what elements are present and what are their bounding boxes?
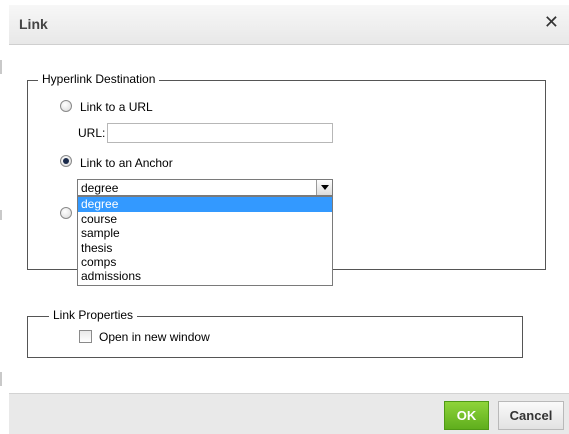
hyperlink-destination-legend: Hyperlink Destination: [38, 72, 160, 86]
dropdown-option-comps[interactable]: comps: [78, 255, 332, 270]
dialog-title: Link: [19, 16, 48, 32]
link-option-radio[interactable]: [60, 207, 72, 219]
link-dialog: Link ✕ Hyperlink Destination Link to a U…: [0, 0, 569, 434]
cancel-button[interactable]: Cancel: [498, 401, 564, 430]
left-edge-mark: [0, 60, 2, 74]
open-new-window-checkbox[interactable]: [79, 330, 92, 343]
dropdown-option-admissions[interactable]: admissions: [78, 269, 332, 284]
anchor-select-value: degree: [81, 181, 119, 195]
dialog-titlebar[interactable]: Link ✕: [9, 5, 569, 45]
url-label: URL:: [78, 126, 106, 140]
open-new-window-label[interactable]: Open in new window: [99, 330, 210, 344]
anchor-select[interactable]: degree: [77, 179, 333, 196]
dropdown-option-sample[interactable]: sample: [78, 226, 332, 241]
left-edge-mark: [0, 210, 2, 220]
left-edge-mark: [0, 372, 2, 386]
ok-button[interactable]: OK: [444, 401, 489, 430]
link-to-url-radio[interactable]: [60, 100, 72, 112]
anchor-dropdown-list: degree course sample thesis comps admiss…: [77, 196, 333, 286]
link-to-anchor-radio[interactable]: [60, 155, 72, 167]
close-icon[interactable]: ✕: [544, 12, 559, 33]
link-to-url-label[interactable]: Link to a URL: [80, 100, 153, 114]
dropdown-option-thesis[interactable]: thesis: [78, 241, 332, 256]
chevron-down-icon[interactable]: [316, 180, 332, 195]
link-properties-legend: Link Properties: [49, 308, 138, 322]
dropdown-option-course[interactable]: course: [78, 212, 332, 227]
url-input[interactable]: [107, 123, 333, 143]
link-to-anchor-label[interactable]: Link to an Anchor: [80, 156, 173, 170]
dropdown-option-degree[interactable]: degree: [78, 197, 332, 212]
